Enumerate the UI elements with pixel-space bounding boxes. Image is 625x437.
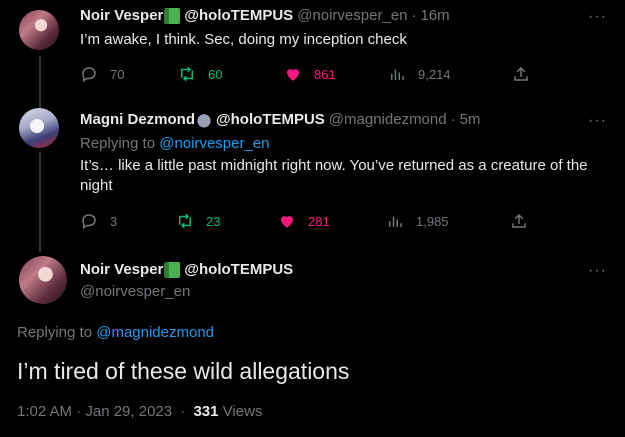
views-button[interactable]: 1,985	[386, 212, 449, 230]
analytics-icon	[389, 216, 402, 227]
share-icon	[512, 213, 526, 228]
views-label: Views	[222, 403, 263, 420]
share-button[interactable]	[510, 212, 540, 230]
reply-count: 70	[110, 66, 125, 82]
like-button[interactable]: 861	[284, 65, 336, 83]
replying-to-link[interactable]: @noirvesper_en	[159, 135, 269, 152]
view-count: 1,985	[416, 213, 449, 229]
more-options-button[interactable]: ···	[588, 9, 607, 25]
reply-button[interactable]: 3	[80, 212, 117, 230]
replying-to-link[interactable]: @magnidezmond	[96, 324, 214, 341]
retweet-button[interactable]: 23	[176, 212, 220, 230]
user-handle[interactable]: @magnidezmond	[329, 110, 447, 130]
views-button[interactable]: 9,214	[388, 65, 451, 83]
tweet-header: Noir Vesper @holoTEMPUS	[80, 260, 297, 280]
hand-emoji-icon	[196, 112, 212, 128]
retweet-icon	[181, 66, 193, 82]
replying-to: Replying to @magnidezmond	[17, 323, 214, 343]
thread-line	[39, 152, 41, 252]
display-name[interactable]: Noir Vesper	[80, 260, 163, 280]
like-button[interactable]: 281	[278, 212, 330, 230]
affiliation-tag[interactable]: @holoTEMPUS	[184, 6, 293, 26]
heart-icon	[281, 216, 293, 228]
separator: ·	[411, 7, 417, 24]
display-name[interactable]: Noir Vesper	[80, 6, 163, 26]
reply-count: 3	[110, 213, 118, 229]
avatar[interactable]	[19, 10, 59, 50]
timestamp[interactable]: 5m	[460, 110, 481, 130]
replying-to-label: Replying to	[80, 135, 156, 152]
tweet-header: Magni Dezmond @holoTEMPUS @magnidezmond …	[80, 110, 480, 130]
reply-icon	[82, 214, 96, 230]
retweet-count: 23	[206, 213, 221, 229]
replying-to-label: Replying to	[17, 324, 93, 341]
avatar[interactable]	[19, 108, 59, 148]
retweet-count: 60	[208, 66, 223, 82]
separator: ·	[180, 403, 186, 420]
like-count: 281	[308, 213, 330, 229]
share-button[interactable]	[512, 65, 542, 83]
view-count: 9,214	[418, 66, 451, 82]
more-options-button[interactable]: ···	[588, 263, 607, 279]
tweet-text: I’m awake, I think. Sec, doing my incept…	[80, 31, 407, 48]
separator: ·	[450, 111, 456, 128]
green-book-emoji-icon	[164, 8, 181, 24]
heart-icon	[287, 69, 299, 81]
more-options-button[interactable]: ···	[588, 113, 607, 129]
retweet-icon	[179, 213, 191, 229]
thread-line	[39, 56, 41, 108]
affiliation-tag[interactable]: @holoTEMPUS	[216, 110, 325, 130]
tweet-actions: 3 23 281 1,985	[80, 211, 540, 231]
tweet-text: It’s… like a little past midnight right …	[80, 157, 588, 194]
share-icon	[514, 66, 528, 81]
timestamp[interactable]: 16m	[420, 6, 449, 26]
views-count: 331	[193, 403, 219, 420]
tweet-header: Noir Vesper @holoTEMPUS @noirvesper_en ·…	[80, 6, 450, 26]
tweet-timestamp[interactable]: 1:02 AM · Jan 29, 2023	[17, 403, 172, 420]
avatar[interactable]	[19, 256, 67, 304]
retweet-button[interactable]: 60	[178, 65, 222, 83]
display-name[interactable]: Magni Dezmond	[80, 110, 195, 130]
analytics-icon	[391, 69, 404, 80]
tweet-actions: 70 60 861 9,214	[80, 64, 540, 84]
affiliation-tag[interactable]: @holoTEMPUS	[184, 260, 293, 280]
like-count: 861	[314, 66, 336, 82]
reply-icon	[82, 67, 96, 83]
tweet-meta: 1:02 AM · Jan 29, 2023 · 331 Views	[17, 403, 262, 420]
user-handle[interactable]: @noirvesper_en	[80, 282, 190, 302]
replying-to: Replying to @noirvesper_en	[80, 134, 270, 154]
user-handle[interactable]: @noirvesper_en	[297, 6, 407, 26]
green-book-emoji-icon	[164, 262, 181, 278]
reply-button[interactable]: 70	[80, 65, 124, 83]
focused-tweet-text: I’m tired of these wild allegations	[17, 358, 350, 384]
